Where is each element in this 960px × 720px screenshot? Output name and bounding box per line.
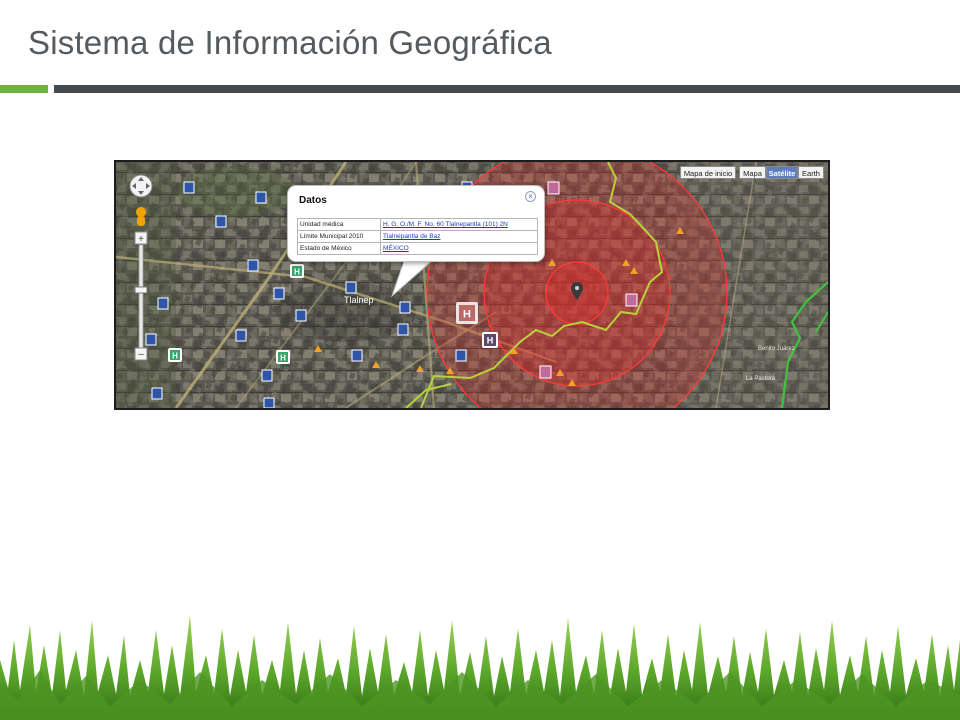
- popup-value-link[interactable]: H. G. O./M. F. No. 60 Tlalnepantla (101)…: [380, 218, 538, 231]
- hospital-marker-icon[interactable]: H: [456, 302, 478, 324]
- popup-value-link[interactable]: Tlalnepantla de Baz: [380, 230, 538, 243]
- popup-title: Datos: [299, 195, 327, 206]
- svg-text:H: H: [172, 352, 178, 361]
- clinic-marker-icon[interactable]: [215, 215, 227, 228]
- clinic-marker-icon[interactable]: [157, 297, 169, 310]
- svg-text:H: H: [280, 354, 286, 363]
- home-map-button[interactable]: Mapa de inicio: [680, 166, 736, 179]
- clinic-marker-icon[interactable]: [183, 181, 195, 194]
- clinic-marker-icon[interactable]: [351, 349, 363, 362]
- info-popup: Datos × Unidad médica H. G. O./M. F. No.…: [287, 185, 545, 262]
- popup-tail: [390, 258, 436, 298]
- svg-text:+: +: [138, 234, 144, 245]
- clinic-marker-icon[interactable]: [261, 369, 273, 382]
- table-row: Unidad médica H. G. O./M. F. No. 60 Tlal…: [297, 218, 538, 231]
- hospital-marker-icon[interactable]: H: [168, 348, 182, 362]
- popup-key: Unidad médica: [297, 218, 381, 231]
- grass-decoration: [0, 615, 960, 720]
- hospital-marker-icon[interactable]: H: [290, 264, 304, 278]
- clinic-marker-icon[interactable]: [263, 397, 275, 408]
- clinic-marker-icon[interactable]: [547, 181, 560, 195]
- title-divider-bar: [54, 85, 960, 93]
- clinic-marker-icon[interactable]: [145, 333, 157, 346]
- popup-data-table: Unidad médica H. G. O./M. F. No. 60 Tlal…: [297, 218, 538, 255]
- hospital-marker-icon[interactable]: H: [276, 350, 290, 364]
- svg-text:–: –: [138, 349, 144, 360]
- clinic-marker-icon[interactable]: [255, 191, 267, 204]
- clinic-marker-icon[interactable]: [295, 309, 307, 322]
- map-type-satellite-button[interactable]: Satélite: [766, 166, 798, 179]
- clinic-marker-icon[interactable]: [455, 349, 467, 362]
- hospital-marker-icon[interactable]: H: [482, 332, 498, 348]
- clinic-marker-icon[interactable]: [273, 287, 285, 300]
- clinic-marker-icon[interactable]: [345, 281, 357, 294]
- popup-key: Límite Municipal 2010: [297, 230, 381, 243]
- clinic-marker-icon[interactable]: [539, 365, 552, 379]
- map-place-label: Tlalnep: [344, 295, 374, 305]
- table-row: Estado de México MÉXICO: [297, 242, 538, 255]
- clinic-marker-icon[interactable]: [235, 329, 247, 342]
- clinic-marker-icon[interactable]: [625, 293, 638, 307]
- clinic-marker-icon[interactable]: [397, 323, 409, 336]
- pan-control-icon[interactable]: [129, 174, 153, 198]
- map-type-earth-button[interactable]: Earth: [798, 166, 824, 179]
- clinic-marker-icon[interactable]: [247, 259, 259, 272]
- table-row: Límite Municipal 2010 Tlalnepantla de Ba…: [297, 230, 538, 243]
- map-type-map-button[interactable]: Mapa: [739, 166, 766, 179]
- title-accent-bar: [0, 85, 48, 93]
- clinic-marker-icon[interactable]: [151, 387, 163, 400]
- slide-title: Sistema de Información Geográfica: [28, 24, 552, 61]
- svg-text:H: H: [487, 336, 494, 346]
- svg-text:H: H: [294, 268, 300, 277]
- district-label-la-pastora: La Pastora: [746, 376, 776, 382]
- popup-value-link[interactable]: MÉXICO: [380, 242, 538, 255]
- district-label-benito-juarez: Benito Juárez: [758, 346, 795, 352]
- svg-text:H: H: [463, 309, 471, 321]
- popup-key: Estado de México: [297, 242, 381, 255]
- close-icon[interactable]: ×: [525, 191, 536, 202]
- clinic-marker-icon[interactable]: [399, 301, 411, 314]
